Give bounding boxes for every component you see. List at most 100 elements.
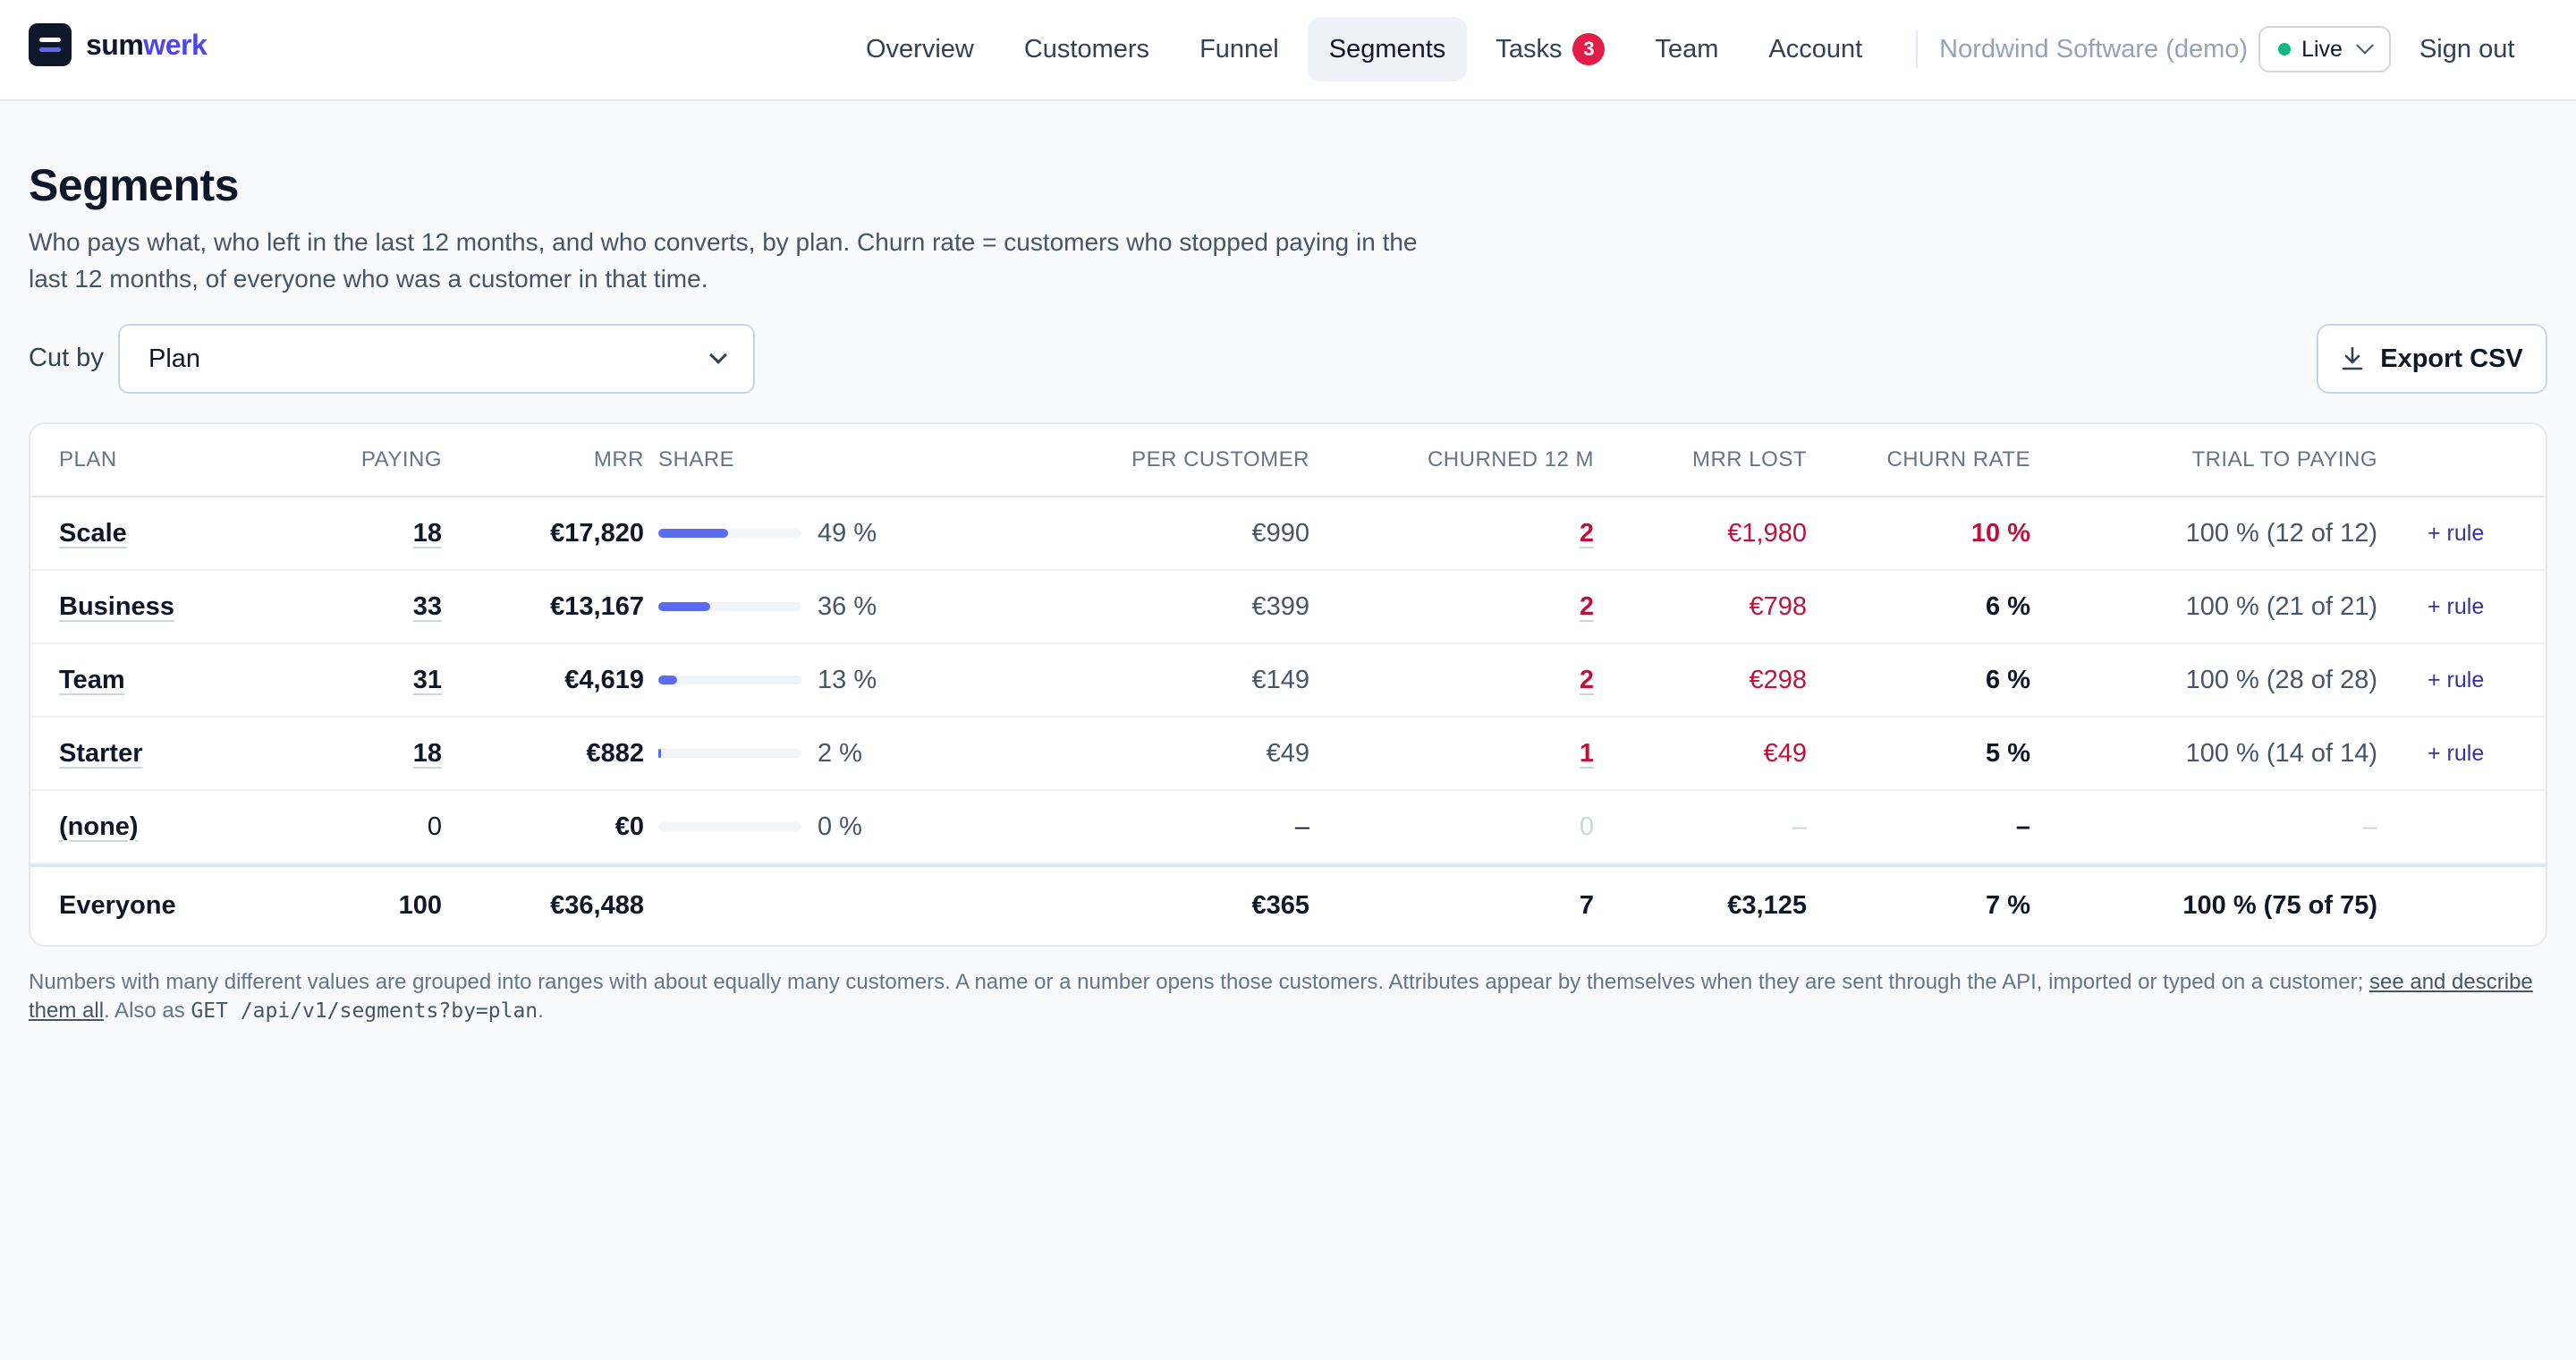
trial-to-paying-value: 100 % (12 of 12) bbox=[2185, 518, 2377, 548]
environment-switcher[interactable]: Live bbox=[2258, 26, 2391, 72]
nav-funnel[interactable]: Funnel bbox=[1178, 17, 1301, 81]
paying-count-link[interactable]: 33 bbox=[413, 592, 442, 622]
environment-label: Live bbox=[2301, 36, 2343, 62]
paying-count-link[interactable]: 31 bbox=[413, 666, 442, 695]
cut-by-label: Cut by bbox=[29, 344, 104, 372]
header-per-customer[interactable]: PER CUSTOMER bbox=[1014, 424, 1309, 496]
per-customer-value: €49 bbox=[1266, 738, 1309, 768]
organization-name: Nordwind Software (demo) bbox=[1939, 34, 2249, 64]
mrr-lost-value: €298 bbox=[1749, 665, 1807, 694]
share-bar bbox=[658, 602, 801, 611]
table-row: Business 33 €13,167 36 % €399 2 €798 6 %… bbox=[30, 571, 2546, 644]
nav-tasks[interactable]: Tasks 3 bbox=[1474, 17, 1626, 81]
nav-overview[interactable]: Overview bbox=[844, 17, 996, 81]
add-rule-link[interactable]: + rule bbox=[2428, 594, 2484, 620]
nav-divider bbox=[1916, 30, 1919, 68]
total-paying: 100 bbox=[398, 891, 442, 920]
header-plan[interactable]: PLAN bbox=[59, 424, 292, 496]
footnote-end: . bbox=[538, 999, 544, 1023]
mrr-value: €17,820 bbox=[550, 518, 644, 548]
nav-account[interactable]: Account bbox=[1747, 17, 1884, 81]
logo-icon bbox=[29, 23, 72, 66]
nav-team[interactable]: Team bbox=[1633, 17, 1740, 81]
main-nav: Overview Customers Funnel Segments Tasks… bbox=[844, 17, 2514, 81]
paying-count-link[interactable]: 18 bbox=[413, 519, 442, 548]
segments-table: PLAN PAYING MRR SHARE PER CUSTOMER CHURN… bbox=[29, 422, 2547, 947]
mrr-lost-value: €49 bbox=[1763, 738, 1807, 768]
chevron-down-icon bbox=[709, 346, 727, 364]
footnote: Numbers with many different values are g… bbox=[29, 968, 2547, 1025]
churned-count-link[interactable]: 1 bbox=[1580, 739, 1594, 769]
churn-rate-value: 6 % bbox=[1986, 591, 2030, 621]
churned-count-link[interactable]: 2 bbox=[1580, 519, 1594, 548]
header-trial-to-paying[interactable]: TRIAL TO PAYING bbox=[2043, 424, 2377, 496]
share-bar-fill bbox=[658, 602, 710, 611]
footnote-text: Numbers with many different values are g… bbox=[29, 970, 2369, 994]
chevron-down-icon bbox=[2356, 36, 2374, 55]
header-mrr-lost[interactable]: MRR LOST bbox=[1605, 424, 1807, 496]
share-bar bbox=[658, 749, 801, 758]
churn-rate-value: 10 % bbox=[1970, 518, 2030, 548]
sign-out-link[interactable]: Sign out bbox=[2419, 35, 2514, 64]
nav-segments[interactable]: Segments bbox=[1307, 17, 1468, 81]
header-mrr[interactable]: MRR bbox=[451, 424, 644, 496]
mrr-value: €4,619 bbox=[564, 665, 644, 694]
cut-by-select[interactable]: Plan bbox=[118, 324, 755, 394]
tasks-count-badge: 3 bbox=[1572, 33, 1606, 65]
total-churned: 7 bbox=[1579, 891, 1594, 920]
paying-count-link[interactable]: 18 bbox=[413, 739, 442, 769]
mrr-lost-value: €798 bbox=[1749, 591, 1807, 621]
nav-tasks-label: Tasks bbox=[1496, 34, 1563, 64]
segment-name-link[interactable]: (none) bbox=[59, 812, 139, 842]
trial-to-paying-value: 100 % (21 of 21) bbox=[2185, 591, 2377, 621]
total-mrr-lost: €3,125 bbox=[1727, 891, 1807, 920]
top-bar: sumwerk Overview Customers Funnel Segmen… bbox=[0, 0, 2576, 101]
live-status-dot-icon bbox=[2278, 43, 2292, 55]
segment-name-link[interactable]: Team bbox=[59, 666, 125, 695]
nav-customers[interactable]: Customers bbox=[1003, 17, 1171, 81]
trial-to-paying-value: 100 % (14 of 14) bbox=[2185, 738, 2377, 768]
api-endpoint: GET /api/v1/segments?by=plan bbox=[191, 999, 538, 1023]
churn-rate-value: – bbox=[2015, 812, 2030, 841]
per-customer-value: €149 bbox=[1251, 665, 1309, 694]
churned-count-link[interactable]: 2 bbox=[1580, 592, 1594, 622]
header-share[interactable]: SHARE bbox=[658, 424, 962, 496]
share-percent: 13 % bbox=[818, 665, 877, 694]
add-rule-link[interactable]: + rule bbox=[2428, 521, 2484, 547]
brand-name: sumwerk bbox=[86, 28, 208, 61]
total-trial-to-paying: 100 % (75 of 75) bbox=[2182, 891, 2377, 920]
share-bar-fill bbox=[658, 529, 728, 538]
share-bar bbox=[658, 822, 801, 831]
table-total-row: Everyone 100 €36,488 €365 7 €3,125 7 % 1… bbox=[30, 864, 2546, 945]
segment-name-link[interactable]: Starter bbox=[59, 739, 143, 769]
header-paying[interactable]: PAYING bbox=[299, 424, 442, 496]
share-cell: 0 % bbox=[658, 791, 962, 863]
share-cell: 49 % bbox=[658, 497, 962, 569]
per-customer-value: €990 bbox=[1251, 518, 1309, 548]
share-percent: 2 % bbox=[818, 738, 862, 768]
segment-name-link[interactable]: Scale bbox=[59, 519, 127, 548]
segment-name-link[interactable]: Business bbox=[59, 592, 174, 622]
mrr-value: €13,167 bbox=[550, 591, 644, 621]
add-rule-link[interactable]: + rule bbox=[2428, 667, 2484, 693]
trial-to-paying-value: – bbox=[2362, 812, 2377, 841]
brand-logo[interactable]: sumwerk bbox=[29, 23, 208, 66]
share-bar bbox=[658, 676, 801, 684]
share-bar-fill bbox=[658, 676, 677, 684]
header-churn-rate[interactable]: CHURN RATE bbox=[1819, 424, 2030, 496]
export-csv-button[interactable]: Export CSV bbox=[2317, 324, 2547, 394]
churn-rate-value: 6 % bbox=[1986, 665, 2030, 694]
total-label: Everyone bbox=[59, 891, 176, 920]
churned-count-link[interactable]: 2 bbox=[1580, 666, 1594, 695]
add-rule-link[interactable]: + rule bbox=[2428, 741, 2484, 767]
share-bar bbox=[658, 529, 801, 538]
trial-to-paying-value: 100 % (28 of 28) bbox=[2185, 665, 2377, 694]
total-mrr: €36,488 bbox=[550, 891, 644, 920]
total-churn-rate: 7 % bbox=[1986, 891, 2030, 920]
table-row: Scale 18 €17,820 49 % €990 2 €1,980 10 %… bbox=[30, 497, 2546, 571]
per-customer-value: €399 bbox=[1251, 591, 1309, 621]
table-header-row: PLAN PAYING MRR SHARE PER CUSTOMER CHURN… bbox=[30, 424, 2546, 497]
header-churned[interactable]: CHURNED 12 M bbox=[1318, 424, 1594, 496]
per-customer-value: – bbox=[1294, 812, 1309, 841]
total-per-customer: €365 bbox=[1251, 891, 1309, 920]
